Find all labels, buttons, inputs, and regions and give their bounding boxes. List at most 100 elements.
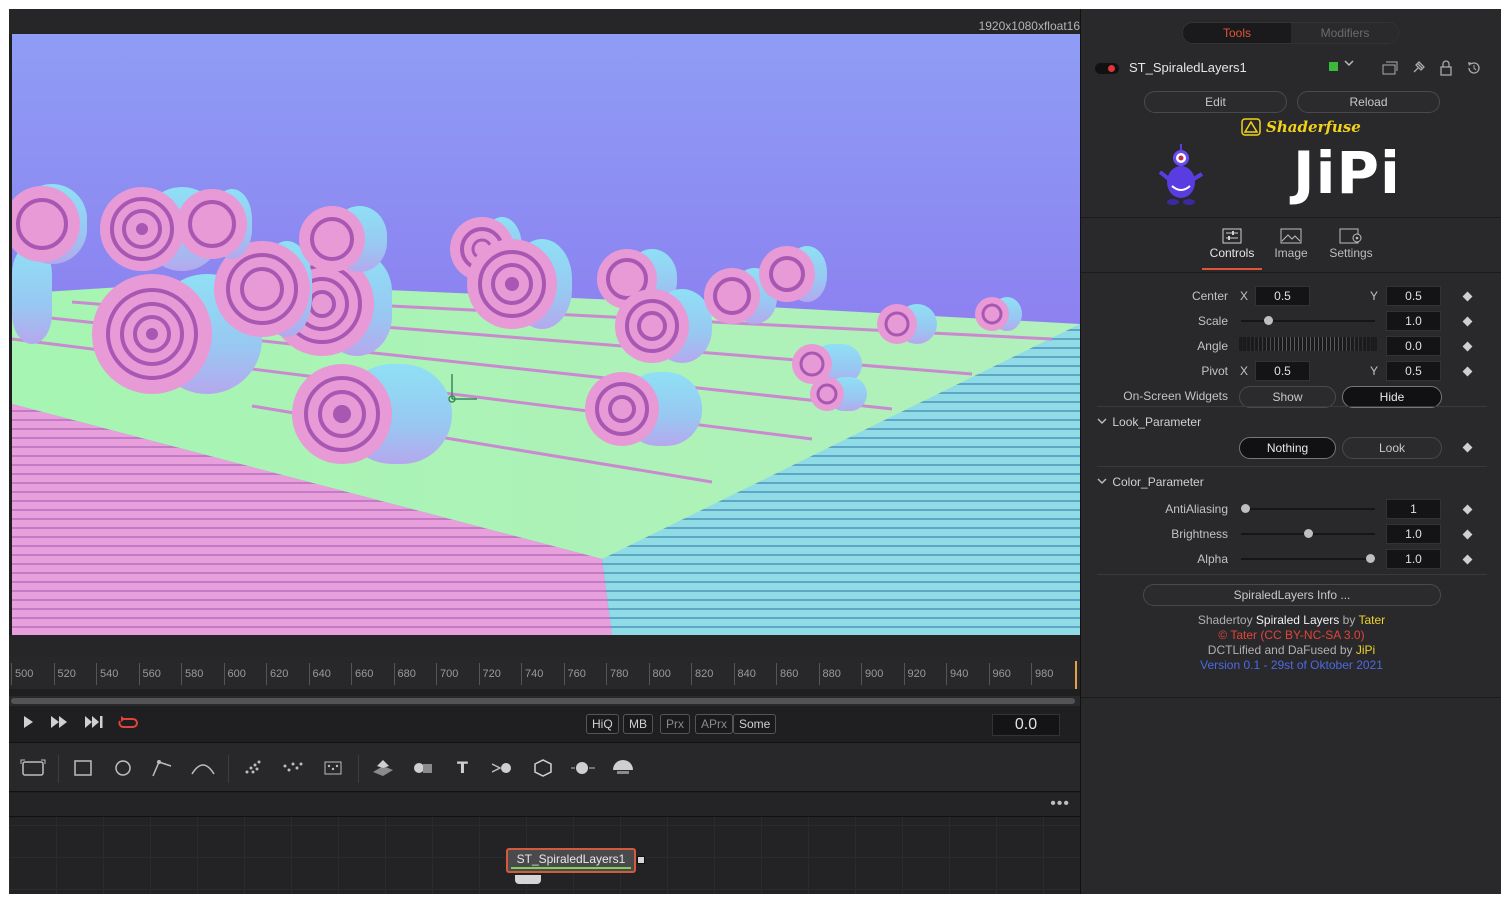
credit-author-link[interactable]: Tater	[1358, 613, 1385, 627]
antialiasing-slider[interactable]	[1241, 508, 1375, 510]
tool-node[interactable]: ST_SpiraledLayers1	[506, 848, 636, 873]
time-tick: 860	[776, 663, 798, 685]
pin-icon[interactable]	[1409, 59, 1427, 77]
keyframe-icon[interactable]	[1462, 341, 1473, 352]
particle-emitter-icon[interactable]	[239, 756, 267, 780]
viewer-canvas[interactable]	[12, 34, 1080, 635]
scale-field[interactable]: 1.0	[1386, 311, 1441, 331]
settings-gear-icon	[1339, 228, 1362, 244]
antialiasing-field[interactable]: 1	[1386, 499, 1441, 519]
scale-slider[interactable]	[1241, 320, 1375, 322]
credit-dctlified: DCTLified and DaFused by	[1207, 643, 1356, 657]
tools-toolbar: T	[9, 742, 1080, 792]
look-button[interactable]: Look	[1342, 437, 1442, 459]
time-tick: 680	[393, 663, 416, 685]
section-divider	[1097, 406, 1487, 407]
play-icon[interactable]	[17, 715, 39, 733]
brightness-slider-knob[interactable]	[1303, 529, 1313, 538]
fast-forward-icon[interactable]	[49, 715, 71, 733]
shape3d-icon[interactable]	[369, 756, 397, 780]
bspline-mask-icon[interactable]	[189, 756, 217, 780]
scale-slider-knob[interactable]	[1263, 316, 1273, 325]
time-tick: 640	[308, 663, 331, 685]
brightness-field[interactable]: 1.0	[1386, 524, 1441, 544]
quality-button-hiq[interactable]: HiQ	[586, 714, 619, 734]
node-status-bar	[511, 867, 631, 869]
quality-button-some[interactable]: Some	[733, 714, 777, 734]
timeline-scrollbar[interactable]	[9, 696, 1080, 706]
inspector-subtabs: Controls Image Settings	[1081, 217, 1501, 273]
tab-tools[interactable]: Tools	[1183, 23, 1291, 43]
ellipse-mask-icon[interactable]	[109, 756, 137, 780]
loop-icon[interactable]	[117, 715, 139, 733]
time-ruler[interactable]: 500 520 540 560 580 600 620 640 660 680 700 720 740 7…	[9, 657, 1080, 689]
more-options-icon[interactable]: •••	[1050, 795, 1070, 813]
color-parameter-header[interactable]: Color_Parameter	[1097, 475, 1204, 489]
hide-widgets-button[interactable]: Hide	[1342, 386, 1442, 408]
imageplane3d-icon[interactable]	[529, 756, 557, 780]
keyframe-icon[interactable]	[1462, 554, 1473, 565]
alpha-slider-knob[interactable]	[1366, 554, 1375, 563]
playhead[interactable]	[1075, 661, 1077, 689]
credit-jipi-link[interactable]: JiPi	[1356, 643, 1375, 657]
keyframe-icon[interactable]	[1462, 504, 1473, 515]
node-label: ST_SpiraledLayers1	[516, 852, 626, 866]
keyframe-icon[interactable]	[1462, 316, 1473, 327]
active-tab-indicator	[1202, 268, 1262, 270]
keyframe-icon[interactable]	[1462, 529, 1473, 540]
credit-license[interactable]: © Tater (CC BY-NC-SA 3.0)	[1081, 628, 1501, 642]
polygon-mask-icon[interactable]	[149, 756, 177, 780]
node-input-port[interactable]	[515, 875, 541, 884]
center-x-field[interactable]: 0.5	[1255, 286, 1310, 306]
particle-image-icon[interactable]	[319, 756, 347, 780]
pivot-y-field[interactable]: 0.5	[1386, 361, 1441, 381]
tab-image[interactable]: Image	[1261, 222, 1321, 272]
show-widgets-button[interactable]: Show	[1239, 386, 1336, 408]
nothing-button[interactable]: Nothing	[1239, 437, 1336, 459]
text3d-icon[interactable]: T	[449, 756, 477, 780]
background-icon[interactable]	[19, 756, 47, 780]
info-button[interactable]: SpiraledLayers Info ...	[1143, 584, 1441, 606]
quality-button-aprx[interactable]: APrx	[695, 714, 734, 734]
light3d-icon[interactable]	[609, 756, 637, 780]
keyframe-icon[interactable]	[1462, 442, 1473, 453]
version-icon[interactable]	[1381, 59, 1399, 77]
lock-icon[interactable]	[1437, 59, 1455, 77]
quality-button-prx[interactable]: Prx	[660, 714, 690, 734]
keyframe-icon[interactable]	[1462, 366, 1473, 377]
alpha-slider[interactable]	[1241, 558, 1375, 560]
alpha-field[interactable]: 1.0	[1386, 549, 1441, 569]
quality-button-mb[interactable]: MB	[623, 714, 653, 734]
antialiasing-slider-knob[interactable]	[1241, 504, 1250, 513]
credit-shadertoy: Shadertoy	[1197, 613, 1256, 627]
tab-controls[interactable]: Controls	[1202, 222, 1262, 272]
reset-icon[interactable]	[1465, 59, 1483, 77]
time-tick: 980	[1031, 663, 1053, 685]
reload-button[interactable]: Reload	[1297, 91, 1440, 113]
chevron-down-icon[interactable]	[1343, 57, 1355, 72]
camera3d-icon[interactable]	[569, 756, 597, 780]
tool-enable-toggle[interactable]	[1095, 63, 1119, 74]
angle-dial[interactable]	[1239, 337, 1377, 351]
rectangle-mask-icon[interactable]	[69, 756, 97, 780]
tab-settings-label: Settings	[1329, 246, 1373, 260]
renderer3d-icon[interactable]	[489, 756, 517, 780]
tab-settings[interactable]: Settings	[1321, 222, 1381, 272]
pivot-x-field[interactable]: 0.5	[1255, 361, 1310, 381]
credit-version[interactable]: Version 0.1 - 29st of Oktober 2021	[1081, 658, 1501, 672]
node-output-port[interactable]	[637, 856, 645, 864]
edit-button[interactable]: Edit	[1144, 91, 1287, 113]
merge3d-icon[interactable]	[409, 756, 437, 780]
angle-field[interactable]: 0.0	[1386, 336, 1441, 356]
keyframe-icon[interactable]	[1462, 291, 1473, 302]
look-parameter-header[interactable]: Look_Parameter	[1097, 415, 1201, 429]
viewer-header: 1920x1080xfloat16	[9, 9, 1080, 34]
current-time-field[interactable]: 0.0	[992, 714, 1060, 736]
scrollbar-thumb[interactable]	[11, 698, 1075, 704]
center-y-field[interactable]: 0.5	[1386, 286, 1441, 306]
particle-render-icon[interactable]	[279, 756, 307, 780]
jipi-logo: JiPi	[1293, 139, 1401, 207]
tool-color-swatch[interactable]	[1329, 62, 1338, 71]
go-to-end-icon[interactable]	[84, 715, 106, 733]
tab-modifiers[interactable]: Modifiers	[1291, 23, 1398, 43]
